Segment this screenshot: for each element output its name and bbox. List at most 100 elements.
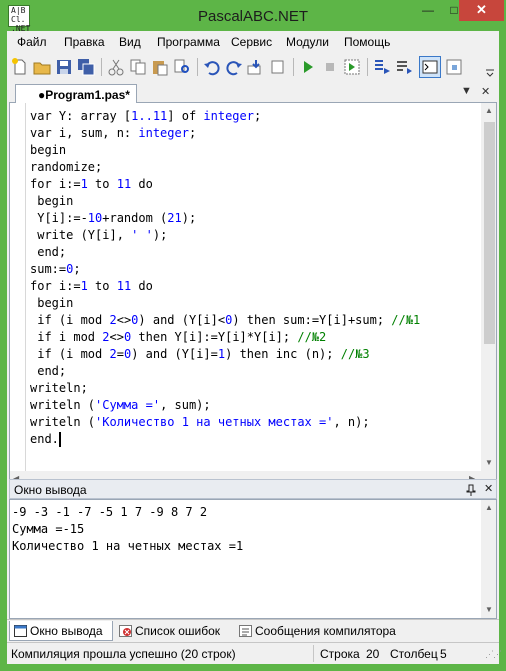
run-icon[interactable]: [299, 58, 317, 76]
scroll-up-icon[interactable]: ▲: [485, 106, 493, 115]
tab-compiler-messages[interactable]: Сообщения компилятора: [235, 621, 415, 641]
menu-file[interactable]: Файл: [17, 35, 47, 49]
code-token: end;: [30, 364, 67, 378]
copy-icon[interactable]: [129, 58, 147, 76]
editor-vertical-scrollbar[interactable]: ▲ ▼: [481, 103, 496, 471]
toolbar-separator: [367, 58, 368, 76]
minimize-button[interactable]: —: [415, 0, 441, 21]
scroll-thumb[interactable]: [484, 122, 495, 344]
save-icon[interactable]: [55, 58, 73, 76]
form-designer-icon[interactable]: [445, 58, 463, 76]
close-button[interactable]: ✕: [459, 0, 504, 21]
code-token: begin: [30, 194, 74, 208]
output-vertical-scrollbar[interactable]: ▲ ▼: [481, 500, 496, 618]
code-token: //№2: [297, 330, 327, 344]
scroll-up-icon[interactable]: ▲: [485, 503, 493, 512]
save-all-icon[interactable]: [77, 58, 95, 76]
code-line[interactable]: begin: [30, 295, 480, 312]
new-file-icon[interactable]: [11, 58, 29, 76]
code-line[interactable]: begin: [30, 193, 480, 210]
output-close-icon[interactable]: ✕: [484, 482, 493, 495]
code-token: ;: [188, 126, 197, 140]
code-line[interactable]: end.: [30, 431, 480, 448]
tab-close-icon[interactable]: ✕: [481, 85, 490, 98]
text-caret: [58, 432, 61, 447]
menu-view[interactable]: Вид: [119, 35, 141, 49]
output-panel[interactable]: -9 -3 -1 -7 -5 1 7 -9 8 7 2 Сумма =-15 Кол…: [9, 499, 497, 619]
code-line[interactable]: end;: [30, 244, 480, 261]
toolbar-separator: [101, 58, 102, 76]
code-token: );: [181, 211, 197, 225]
tab-program1[interactable]: ●Program1.pas*: [15, 84, 137, 104]
console-icon: [14, 625, 27, 637]
menu-help[interactable]: Помощь: [344, 35, 390, 49]
tab-output-window[interactable]: Окно вывода: [9, 621, 113, 641]
code-editor[interactable]: var Y: array [1..11] of integer; var i, s…: [9, 103, 497, 488]
window-frame: A|B Cl. .NET PascalABC.NET — □ ✕ Файл Прав…: [0, 0, 506, 671]
code-line[interactable]: randomize;: [30, 159, 480, 176]
code-line[interactable]: writeln ('Количество 1 на четных местах …: [30, 414, 480, 431]
code-line[interactable]: writeln;: [30, 380, 480, 397]
menu-service[interactable]: Сервис: [231, 35, 272, 49]
code-token: ) and (Y[i]<: [138, 313, 226, 327]
code-line[interactable]: if (i mod 2=0) and (Y[i]=1) then inc (n)…: [30, 346, 480, 363]
step-over-icon[interactable]: [269, 58, 287, 76]
open-folder-icon[interactable]: [33, 58, 51, 76]
toolbar-separator: [197, 58, 198, 76]
code-line[interactable]: write (Y[i], ' ');: [30, 227, 480, 244]
status-line-value: 20: [366, 647, 380, 661]
code-line[interactable]: for i:=1 to 11 do: [30, 176, 480, 193]
menu-modules[interactable]: Модули: [286, 35, 329, 49]
code-token: 'Количество 1 на четных местах =': [95, 415, 334, 429]
undo-icon[interactable]: [203, 58, 221, 76]
scroll-down-icon[interactable]: ▼: [485, 458, 493, 467]
code-line[interactable]: var Y: array [1..11] of integer;: [30, 108, 480, 125]
code-token: 1: [80, 279, 88, 293]
resize-grip-icon[interactable]: ⋰⋰: [485, 649, 502, 660]
code-token: for i:=: [30, 177, 81, 191]
code-token: writeln (: [30, 415, 96, 429]
toolbar-overflow-icon[interactable]: [485, 67, 495, 77]
code-line[interactable]: begin: [30, 142, 480, 159]
find-icon[interactable]: [173, 58, 191, 76]
pin-icon[interactable]: [466, 484, 476, 496]
code-line[interactable]: if i mod 2<>0 then Y[i]:=Y[i]*Y[i]; //№2: [30, 329, 480, 346]
menu-program[interactable]: Программа: [157, 35, 220, 49]
debug-icon[interactable]: [343, 58, 361, 76]
code-line[interactable]: writeln ('Сумма =', sum);: [30, 397, 480, 414]
code-token: if (i mod: [30, 347, 110, 361]
run-to-cursor-icon[interactable]: [373, 58, 391, 76]
menu-edit[interactable]: Правка: [64, 35, 105, 49]
output-window-icon[interactable]: [419, 56, 441, 78]
code-line[interactable]: end;: [30, 363, 480, 380]
code-token: <>: [109, 330, 124, 344]
toolbar: [7, 53, 499, 81]
code-line[interactable]: sum:=0;: [30, 261, 480, 278]
code-line[interactable]: Y[i]:=-10+random (21);: [30, 210, 480, 227]
code-token: end;: [30, 245, 67, 259]
code-token: ' ': [131, 228, 153, 242]
step-out-icon[interactable]: [395, 58, 413, 76]
paste-icon[interactable]: [151, 58, 169, 76]
redo-icon[interactable]: [225, 58, 243, 76]
scroll-down-icon[interactable]: ▼: [485, 605, 493, 614]
code-token: end.: [30, 432, 59, 446]
code-token: 'Сумма =': [95, 398, 161, 412]
step-into-icon[interactable]: [247, 58, 265, 76]
code-line[interactable]: if (i mod 2<>0) and (Y[i]<0) then sum:=Y…: [30, 312, 480, 329]
stop-icon[interactable]: [321, 58, 339, 76]
tab-error-list[interactable]: Список ошибок: [115, 621, 233, 641]
client-area: Файл Правка Вид Программа Сервис Модули …: [7, 31, 502, 664]
title-bar[interactable]: A|B Cl. .NET PascalABC.NET — □ ✕: [0, 0, 506, 33]
bottom-tab-bar: Окно вывода Список ошибок Сообщения комп…: [7, 619, 499, 641]
editor-tab-bar: ●Program1.pas* ▼ ✕: [9, 82, 497, 104]
code-area[interactable]: var Y: array [1..11] of integer; var i, s…: [30, 108, 480, 468]
cut-icon[interactable]: [107, 58, 125, 76]
tab-list-dropdown-icon[interactable]: ▼: [461, 85, 472, 97]
code-line[interactable]: var i, sum, n: integer;: [30, 125, 480, 142]
code-token: to: [87, 177, 117, 191]
code-token: <>: [116, 313, 132, 327]
tab-label: Список ошибок: [135, 624, 221, 638]
code-token: ;: [73, 262, 81, 276]
code-line[interactable]: for i:=1 to 11 do: [30, 278, 480, 295]
